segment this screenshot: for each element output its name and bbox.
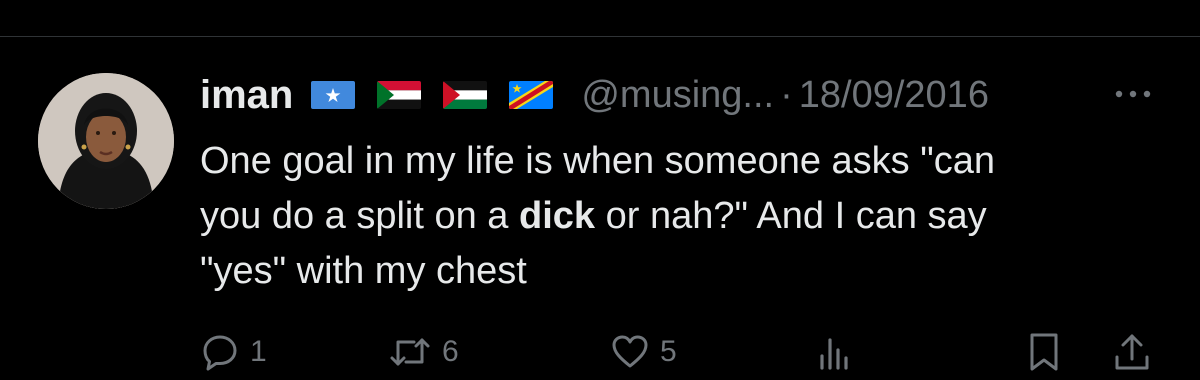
share-icon	[1112, 331, 1152, 373]
palestine-flag-icon	[443, 81, 488, 109]
bookmark-button[interactable]	[1024, 328, 1064, 376]
like-button[interactable]: 5	[610, 328, 677, 376]
views-button[interactable]	[814, 328, 854, 376]
tweet-text: One goal in my life is when someone asks…	[200, 134, 1180, 299]
sudan-flag-icon	[377, 81, 422, 109]
avatar[interactable]	[38, 73, 174, 209]
tweet-text-bold: dick	[519, 195, 596, 237]
share-button[interactable]	[1112, 328, 1152, 376]
top-divider	[0, 36, 1200, 37]
like-count: 5	[660, 335, 677, 368]
display-name[interactable]: iman	[200, 73, 293, 118]
action-bar: 1 6 5	[0, 328, 1200, 376]
retweet-icon	[388, 332, 432, 372]
dr-congo-flag-icon	[509, 81, 554, 109]
separator-dot: ·	[780, 73, 793, 116]
views-icon	[814, 332, 854, 372]
bookmark-icon	[1024, 331, 1064, 373]
user-handle[interactable]: @musing...	[581, 74, 774, 117]
more-icon[interactable]	[1108, 74, 1158, 114]
reply-count: 1	[250, 335, 267, 368]
reply-button[interactable]: 1	[200, 328, 267, 376]
like-icon	[610, 332, 650, 372]
tweet-header: iman @musing... · 18/09/2016	[200, 66, 989, 124]
retweet-count: 6	[442, 335, 459, 368]
tweet-date[interactable]: 18/09/2016	[799, 74, 989, 117]
reply-icon	[200, 332, 240, 372]
somalia-flag-icon	[311, 81, 356, 109]
retweet-button[interactable]: 6	[388, 328, 459, 376]
